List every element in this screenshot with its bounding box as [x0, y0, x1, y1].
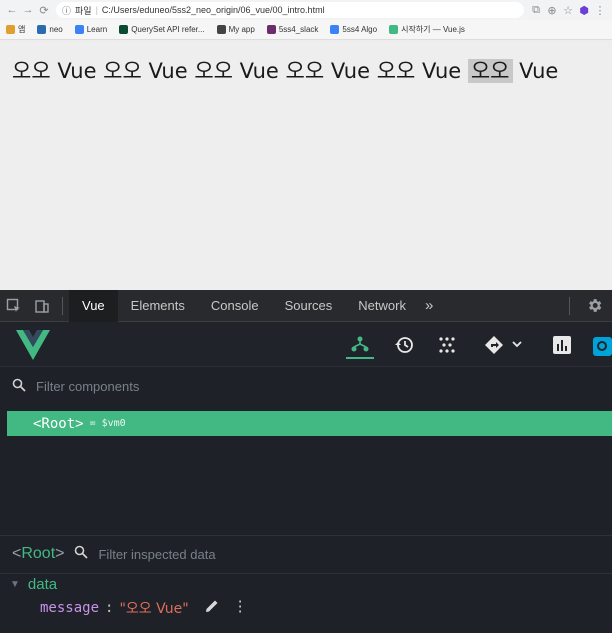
devtools-tabbar: Vue Elements Console Sources Network » [0, 289, 612, 322]
url-divider: | [95, 5, 98, 15]
bookmark-favicon-icon [216, 25, 226, 34]
zoom-icon[interactable]: ⊕ [544, 2, 560, 18]
star-icon[interactable]: ☆ [560, 2, 576, 18]
forward-icon[interactable]: → [20, 2, 36, 18]
vue-devtools-panel: Filter components <Root> = $vm0 <Root> F… [0, 322, 612, 633]
component-tree-root[interactable]: <Root> = $vm0 [7, 411, 612, 436]
root-vm-ref: = $vm0 [89, 418, 126, 429]
tab-console[interactable]: Console [198, 290, 272, 322]
panel-divider [0, 573, 612, 574]
bookmark-label: 시작하기 — Vue.js [401, 25, 465, 34]
data-section-toggle[interactable]: ▼ data [10, 576, 57, 593]
device-toolbar-icon[interactable] [28, 290, 56, 322]
bookmark-favicon-icon [74, 25, 84, 34]
bookmark-favicon-icon [330, 25, 340, 34]
property-actions: ⋮ [205, 599, 248, 617]
bookmark-favicon-icon [266, 25, 276, 34]
bookmark-favicon-icon [389, 25, 399, 34]
bookmark-label: My app [228, 25, 255, 34]
components-tree-icon[interactable] [346, 331, 374, 359]
collapse-triangle-icon: ▼ [10, 579, 20, 590]
root-component-label: <Root> [33, 415, 84, 432]
message-segment: 오오 Vue [194, 59, 286, 83]
vuex-dots-icon[interactable] [433, 331, 461, 359]
bookmark-favicon-icon [119, 25, 129, 34]
back-icon[interactable]: ← [4, 2, 20, 18]
bookmark-label: 5ss4 Algo [342, 25, 378, 34]
bookmark-label: Learn [86, 25, 108, 34]
data-property-row[interactable]: message: "오오 Vue" ⋮ [40, 598, 248, 618]
property-value[interactable]: "오오 Vue" [119, 598, 188, 618]
bookmark-label: 5ss4_slack [278, 25, 319, 34]
tab-separator [62, 296, 63, 315]
edit-pencil-icon[interactable] [205, 599, 219, 617]
url-text: C:/Users/eduneo/5ss2_neo_origin/06_vue/0… [101, 5, 325, 15]
bookmark-item[interactable]: My app [216, 25, 255, 34]
bookmark-label: neo [49, 25, 63, 34]
settings-plugin-icon[interactable] [590, 331, 612, 359]
settings-gear-icon[interactable] [576, 290, 612, 322]
data-section-label: data [27, 576, 58, 593]
tab-separator [569, 296, 570, 315]
inspector-header: <Root> Filter inspected data [12, 542, 216, 566]
menu-icon[interactable]: ⋮ [592, 2, 608, 18]
bookmark-item[interactable]: 앱 [6, 24, 25, 35]
message-tail: Vue [512, 59, 559, 83]
more-options-icon[interactable]: ⋮ [233, 599, 248, 617]
bookmark-favicon-icon [6, 25, 15, 34]
property-key: message [40, 600, 100, 616]
filter-inspected-input[interactable]: Filter inspected data [98, 547, 215, 562]
vue-logo-icon [16, 330, 50, 365]
filter-components-input[interactable]: Filter components [36, 379, 139, 394]
bookmark-item[interactable]: QuerySet API refer... [119, 25, 205, 34]
performance-chart-icon[interactable] [548, 331, 576, 359]
bookmark-item[interactable]: 5ss4_slack [266, 25, 319, 34]
panel-divider [0, 535, 612, 536]
inspected-component-name: <Root> [12, 545, 65, 562]
bookmark-item[interactable]: neo [37, 25, 63, 34]
bookmark-favicon-icon [37, 25, 47, 34]
property-colon: : [105, 600, 114, 616]
tab-network[interactable]: Network [345, 290, 419, 322]
bookmark-item[interactable]: Learn [74, 25, 108, 34]
message-segment: 오오 Vue [285, 59, 377, 83]
reload-icon[interactable]: ⟳ [36, 2, 52, 18]
bookmarks-bar: 앱 neo Learn QuerySet API refer... My app 5ss4… [0, 20, 612, 40]
bookmark-item[interactable]: 5ss4 Algo [330, 25, 377, 34]
selected-text-highlight: 오오 [467, 59, 513, 83]
tab-sources[interactable]: Sources [272, 290, 346, 322]
url-scheme-label: 파일 [75, 5, 92, 16]
extension-icon[interactable]: ⬢ [576, 2, 592, 18]
message-segment: 오오 Vue [12, 59, 104, 83]
routing-dropdown-icon[interactable] [482, 331, 526, 359]
tab-elements[interactable]: Elements [118, 290, 198, 322]
bookmark-label: QuerySet API refer... [131, 25, 205, 34]
info-icon: ⓘ [62, 5, 72, 16]
more-tabs-button[interactable]: » [419, 290, 439, 322]
tab-vue[interactable]: Vue [69, 289, 118, 322]
address-bar[interactable]: ⓘ 파일 | C:/Users/eduneo/5ss2_neo_origin/0… [56, 2, 524, 18]
search-icon [12, 378, 26, 395]
message-segment: 오오 Vue [376, 59, 468, 83]
inspect-element-icon[interactable] [0, 290, 28, 322]
bookmark-label: 앱 [18, 25, 26, 34]
message-segment: 오오 Vue [103, 59, 195, 83]
search-icon [74, 545, 89, 564]
translate-icon[interactable]: ⧉ [528, 2, 544, 18]
bookmark-item[interactable]: 시작하기 — Vue.js [389, 24, 465, 35]
page-message-text: 오오 Vue 오오 Vue 오오 Vue 오오 Vue 오오 Vue 오오 Vu… [12, 55, 558, 85]
page-viewport: 오오 Vue 오오 Vue 오오 Vue 오오 Vue 오오 Vue 오오 Vu… [0, 41, 612, 290]
browser-toolbar: ← → ⟳ ⓘ 파일 | C:/Users/eduneo/5ss2_neo_or… [0, 0, 612, 20]
vue-devtools-header [0, 322, 612, 367]
filter-components-row[interactable]: Filter components [0, 369, 612, 403]
history-icon[interactable] [390, 331, 418, 359]
